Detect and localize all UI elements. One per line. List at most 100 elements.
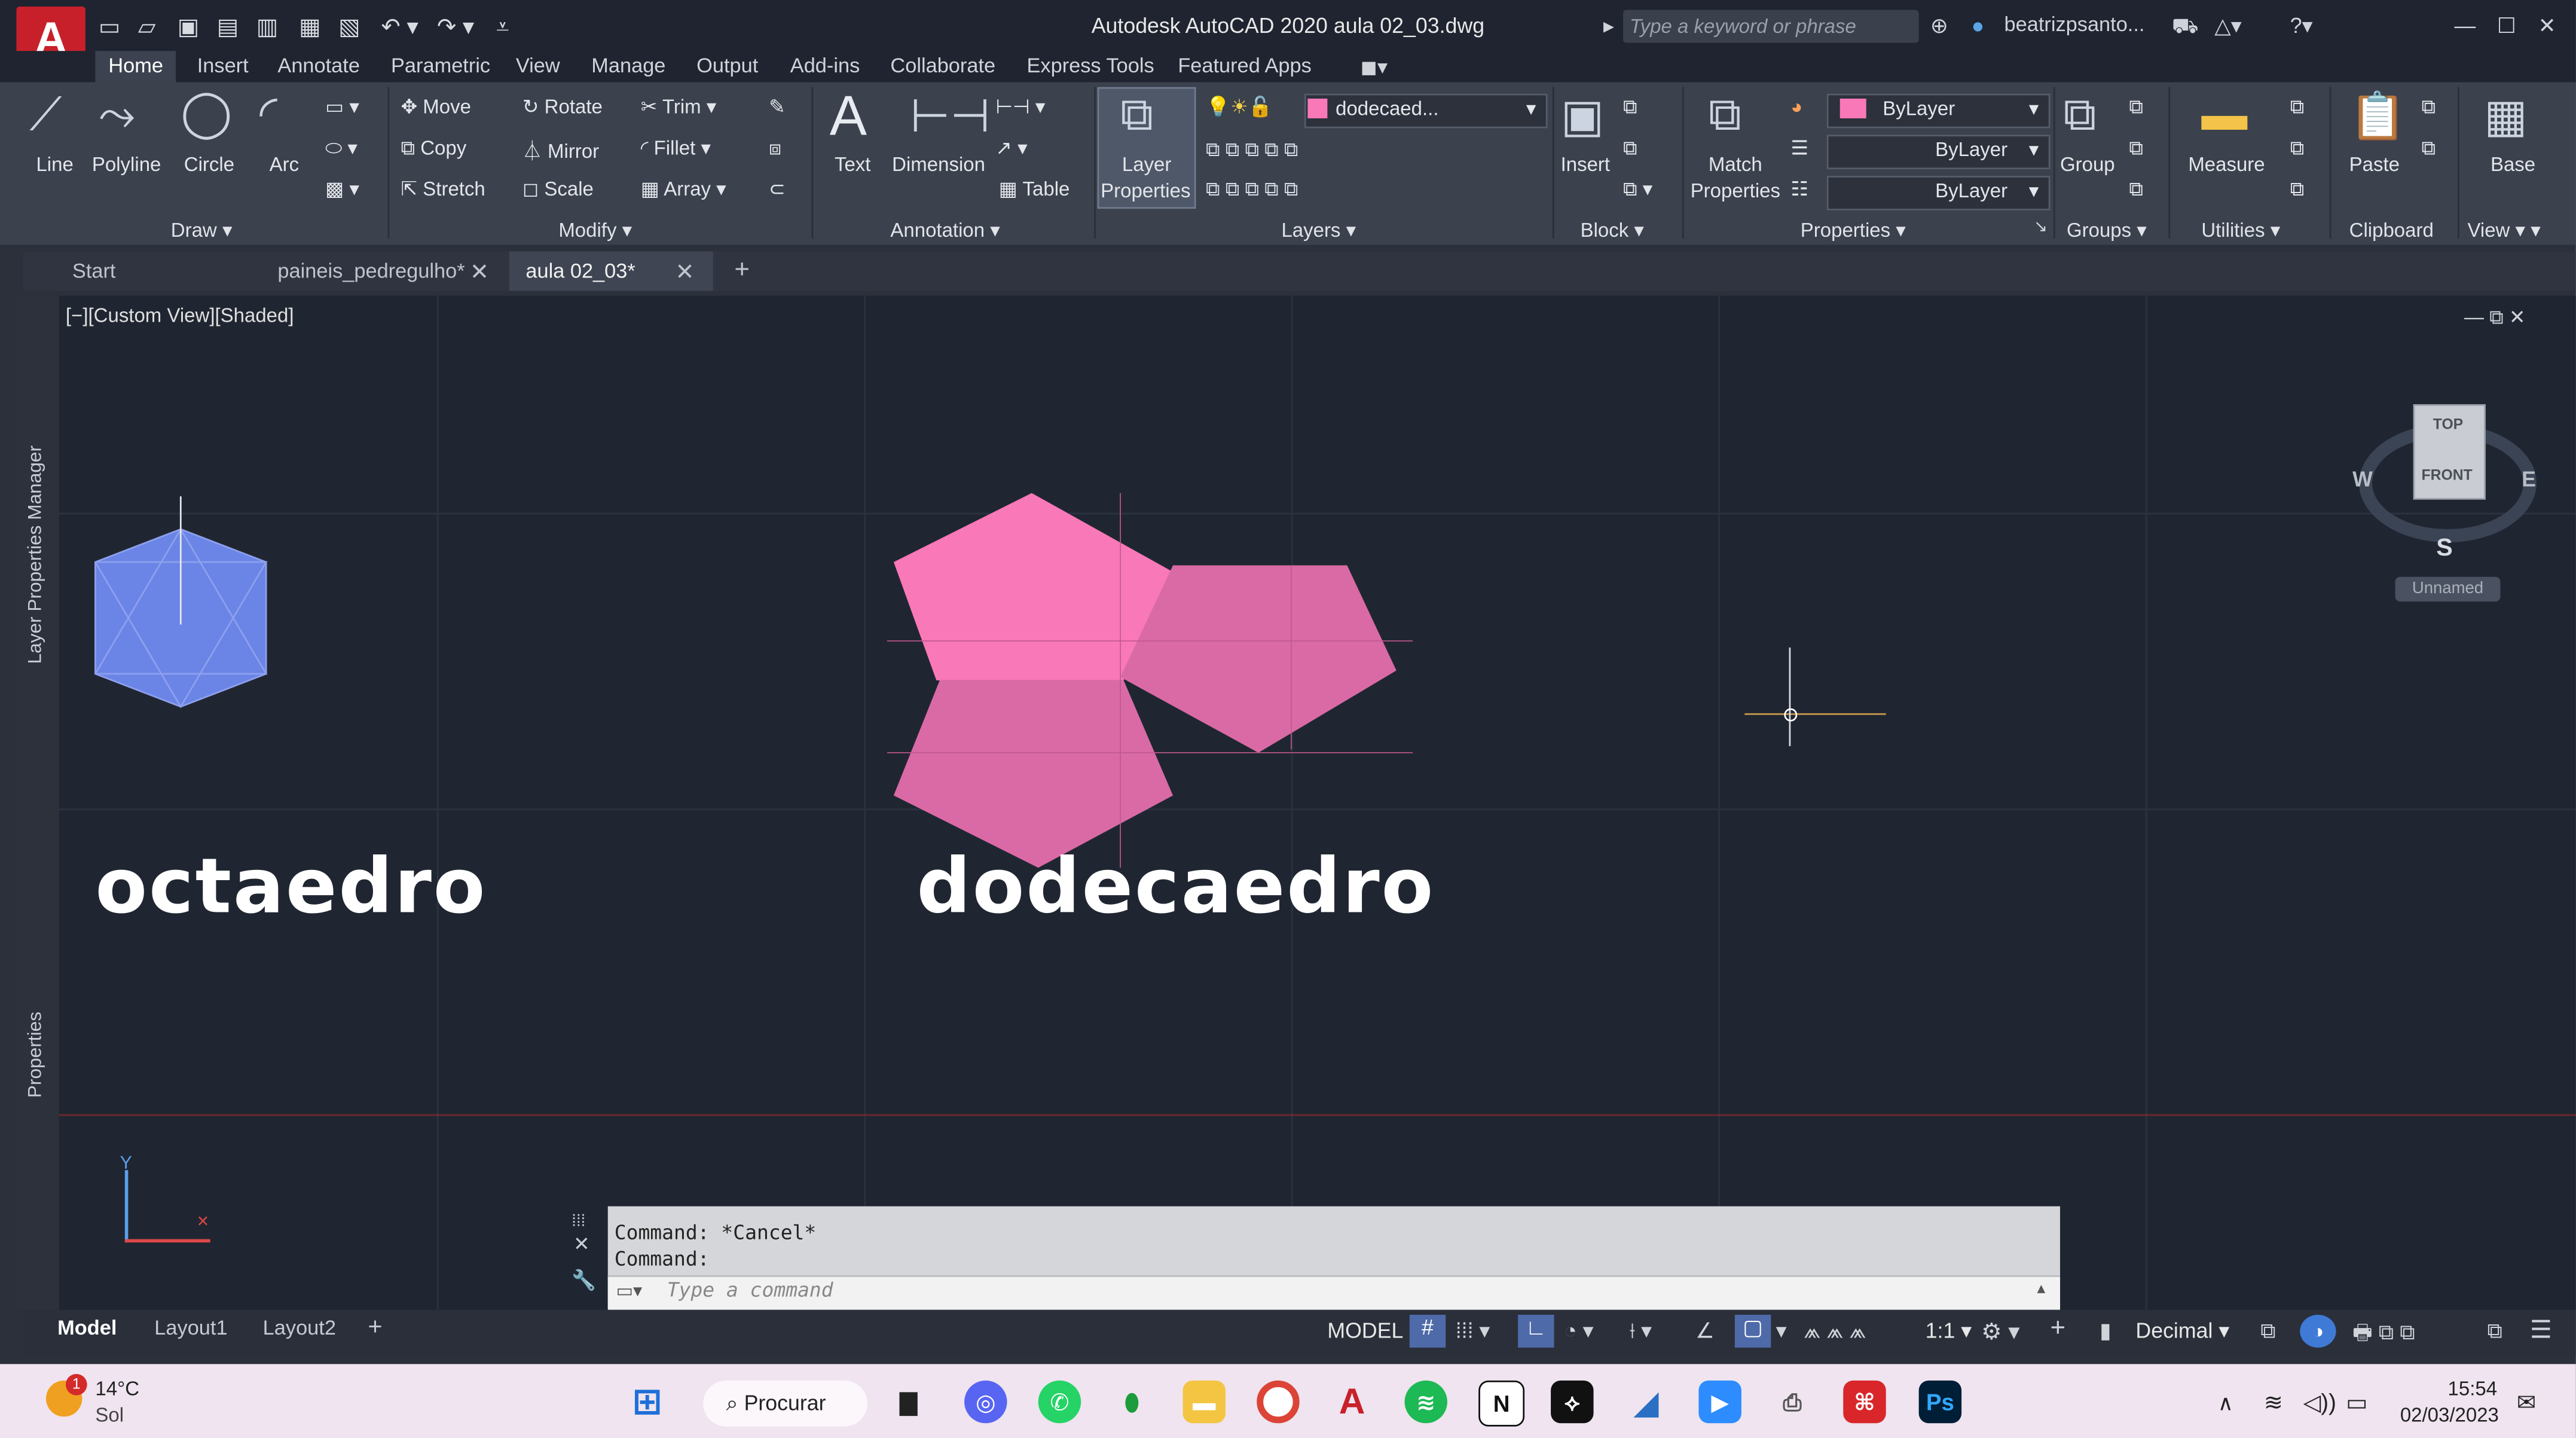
mirror-button[interactable]: ⏃ Mirror bbox=[522, 136, 599, 164]
tab-paineis-pedregulho[interactable]: paineis_pedregulho* bbox=[259, 252, 506, 291]
scale-button[interactable]: ◻ Scale bbox=[522, 178, 594, 200]
arc-icon[interactable]: ◜ bbox=[259, 86, 277, 140]
chevron-down-icon[interactable]: ▾ bbox=[1526, 97, 1536, 120]
printer-app-icon[interactable]: ⎙ bbox=[1771, 1381, 1813, 1423]
ucs-menu[interactable]: Unnamed bbox=[2395, 576, 2501, 602]
dialog-launcher-icon[interactable]: ↘ bbox=[2034, 219, 2048, 237]
tab-model[interactable]: Model bbox=[57, 1313, 117, 1342]
calculator-icon[interactable]: ⧉ bbox=[2290, 136, 2305, 161]
paste-button[interactable]: Paste bbox=[2349, 153, 2400, 176]
clean-screen-icon[interactable]: ⧉ bbox=[2487, 1318, 2502, 1344]
fillet-button[interactable]: ◜ Fillet ▾ bbox=[641, 136, 711, 159]
tab-home[interactable]: Home bbox=[95, 51, 176, 83]
chevron-up-icon[interactable]: ▴ bbox=[2037, 1280, 2046, 1298]
annotation-visibility-icon[interactable]: ⩕ ⩕ ⩕ bbox=[1804, 1318, 1866, 1344]
panel-layers[interactable]: Layers ▾ bbox=[1281, 219, 1356, 242]
group-select-icon[interactable]: ⧉ bbox=[2129, 178, 2143, 202]
tab-featured-apps[interactable]: Featured Apps bbox=[1178, 54, 1311, 77]
panel-block[interactable]: Block ▾ bbox=[1581, 219, 1644, 242]
user-icon[interactable]: ● bbox=[1972, 13, 1985, 38]
clock-date[interactable]: 02/03/2023 bbox=[2400, 1403, 2499, 1426]
chrome-icon[interactable] bbox=[1257, 1380, 1300, 1424]
notion-icon[interactable]: N bbox=[1478, 1380, 1525, 1427]
discord-icon[interactable]: ◎ bbox=[964, 1380, 1007, 1424]
rectangle-icon[interactable]: ▭ ▾ bbox=[325, 95, 359, 118]
gear-icon[interactable]: ⚙ ▾ bbox=[1981, 1318, 2019, 1346]
create-block-icon[interactable]: ⧉ bbox=[1623, 95, 1637, 120]
tab-annotate[interactable]: Annotate bbox=[277, 54, 360, 77]
object-snap-tracking-icon[interactable]: ∠ bbox=[1695, 1318, 1715, 1344]
user-name[interactable]: beatrizpsanto... bbox=[2004, 13, 2145, 36]
viewcube-top[interactable]: TOP bbox=[2433, 416, 2463, 432]
compass-south[interactable]: S bbox=[2436, 534, 2453, 562]
base-view-icon[interactable]: ▦ bbox=[2484, 88, 2528, 143]
dodecahedron-net-shape[interactable] bbox=[887, 487, 1413, 881]
layer-properties-label-1[interactable]: Layer bbox=[1122, 153, 1172, 176]
annotation-scale[interactable]: 1:1 ▾ bbox=[1926, 1318, 1972, 1344]
leader-icon[interactable]: ↗ ▾ bbox=[995, 136, 1027, 159]
quick-select-icon[interactable]: ⧉ bbox=[2290, 95, 2305, 120]
binoculars-icon[interactable]: ⊕ bbox=[1930, 13, 1948, 39]
id-point-icon[interactable]: ⧉ bbox=[2290, 178, 2305, 202]
match-properties-icon[interactable]: ⧉ bbox=[1709, 88, 1741, 143]
tab-layout1[interactable]: Layout1 bbox=[154, 1313, 227, 1342]
new-layout-icon[interactable]: + bbox=[368, 1313, 383, 1342]
measure-icon[interactable]: ▬ bbox=[2201, 88, 2247, 141]
ortho-icon[interactable]: ∟ bbox=[1518, 1314, 1554, 1348]
tab-collaborate[interactable]: Collaborate bbox=[890, 54, 995, 77]
close-icon[interactable]: ✕ bbox=[675, 252, 694, 291]
chevron-down-icon[interactable]: ▾ bbox=[2029, 138, 2039, 161]
tab-manage[interactable]: Manage bbox=[591, 54, 665, 77]
battery-icon[interactable]: ▭ bbox=[2346, 1389, 2367, 1417]
chevron-down-icon[interactable]: ▾ bbox=[1776, 1318, 1787, 1344]
ungroup-icon[interactable]: ⧉ bbox=[2129, 95, 2143, 120]
units-icon[interactable]: ▮ bbox=[2100, 1318, 2111, 1344]
panel-draw[interactable]: Draw ▾ bbox=[171, 219, 233, 242]
copy-clip-icon[interactable]: ⧉ bbox=[2422, 136, 2436, 161]
windows-start-icon[interactable]: ⊞ bbox=[626, 1381, 668, 1423]
file-explorer-icon[interactable]: ▬ bbox=[1182, 1380, 1226, 1424]
volume-icon[interactable]: ◁)) bbox=[2303, 1389, 2336, 1417]
lineweight-icon[interactable]: ☰ bbox=[1790, 136, 1808, 159]
close-icon[interactable]: ✕ bbox=[470, 252, 489, 291]
tab-insert[interactable]: Insert bbox=[197, 54, 249, 77]
grip-icon[interactable]: ⁞⁞⁞ bbox=[572, 1213, 585, 1231]
layer-properties-manager-tab[interactable]: Layer Properties Manager bbox=[26, 445, 46, 664]
linetype-icon[interactable]: ☷ bbox=[1790, 178, 1808, 200]
layer-tools-row-2-icon[interactable]: ⧉ ⧉ ⧉ ⧉ ⧉ bbox=[1206, 138, 1298, 163]
arc-button[interactable]: Arc bbox=[270, 153, 299, 176]
weather-condition[interactable]: Sol bbox=[95, 1403, 124, 1426]
insert-block-icon[interactable]: ▣ bbox=[1561, 88, 1605, 143]
dodecaedro-label[interactable]: dodecaedro bbox=[916, 841, 1435, 930]
insert-button[interactable]: Insert bbox=[1561, 153, 1610, 176]
search-input[interactable]: Type a keyword or phrase bbox=[1623, 10, 1919, 43]
zoom-icon[interactable]: ▶ bbox=[1698, 1380, 1741, 1424]
help-icon[interactable]: ?▾ bbox=[2290, 13, 2313, 39]
group-button[interactable]: Group bbox=[2060, 153, 2115, 176]
layer-tools-row-3-icon[interactable]: ⧉ ⧉ ⧉ ⧉ ⧉ bbox=[1206, 178, 1298, 202]
viewcube-front[interactable]: FRONT bbox=[2422, 467, 2473, 483]
tab-express-tools[interactable]: Express Tools bbox=[1027, 54, 1154, 77]
explode-icon[interactable]: ⧈ bbox=[769, 136, 781, 161]
edit-attributes-icon[interactable]: ⧉ ▾ bbox=[1623, 178, 1652, 202]
autodesk-app-icon[interactable]: △▾ bbox=[2214, 13, 2241, 39]
edit-block-icon[interactable]: ⧉ bbox=[1623, 136, 1637, 161]
quick-properties-icon[interactable]: ⧉ bbox=[2260, 1318, 2276, 1344]
octaedro-label[interactable]: octaedro bbox=[95, 841, 487, 930]
close-icon[interactable]: ✕ bbox=[573, 1232, 590, 1255]
ellipse-icon[interactable]: ⬭ ▾ bbox=[325, 136, 357, 161]
match-properties-label-1[interactable]: Match bbox=[1709, 153, 1762, 176]
notifications-icon[interactable]: ✉ bbox=[2517, 1389, 2536, 1417]
minimize-icon[interactable]: — bbox=[2455, 13, 2476, 38]
line-button[interactable]: Line bbox=[36, 153, 73, 176]
spotify-icon[interactable]: ≋ bbox=[1404, 1380, 1447, 1424]
dimension-button[interactable]: Dimension bbox=[892, 153, 985, 176]
cart-icon[interactable]: ⛟ bbox=[2172, 13, 2199, 42]
line-icon[interactable]: ⟋ bbox=[29, 88, 62, 143]
rhino-icon[interactable]: ⟡ bbox=[1551, 1380, 1594, 1424]
group-icon[interactable]: ⧉ bbox=[2063, 88, 2096, 143]
tab-output[interactable]: Output bbox=[696, 54, 758, 77]
hatch-icon[interactable]: ▩ ▾ bbox=[325, 178, 359, 200]
stretch-button[interactable]: ⇱ Stretch bbox=[401, 178, 485, 200]
acrobat-icon[interactable]: ⌘ bbox=[1843, 1380, 1886, 1424]
